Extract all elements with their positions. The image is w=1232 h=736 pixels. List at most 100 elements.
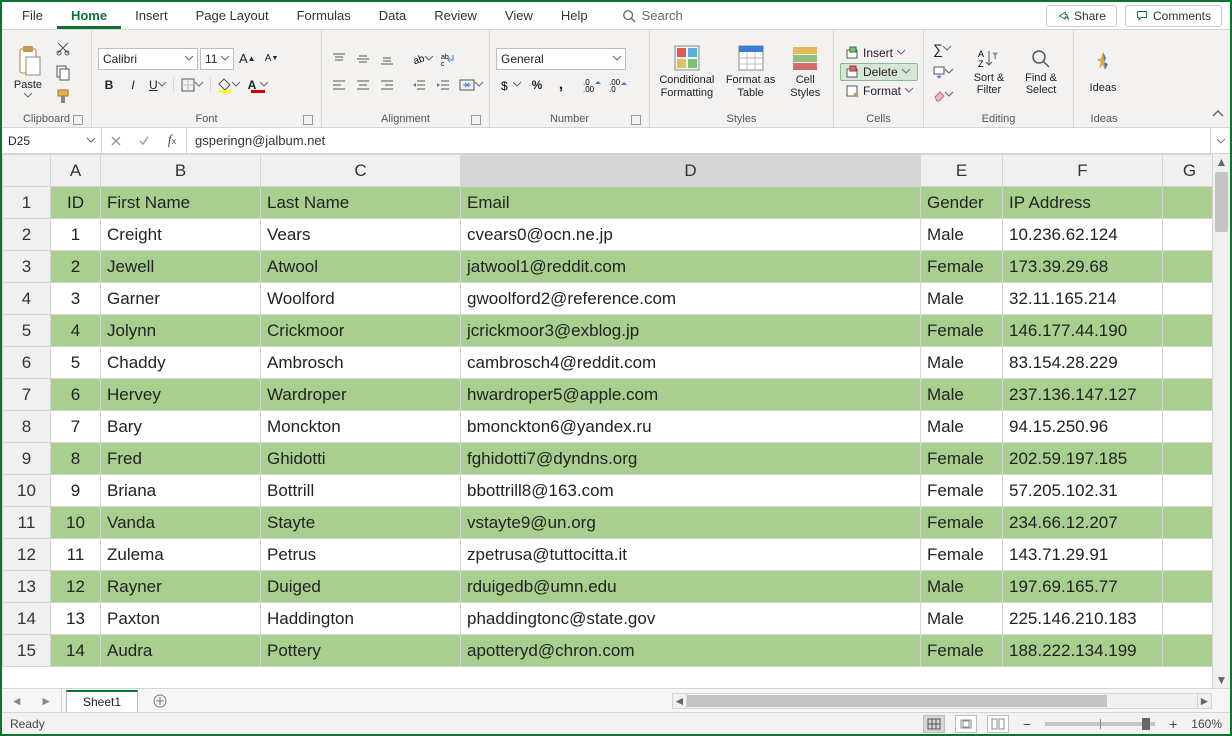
cell[interactable]: 12: [51, 571, 101, 603]
align-bottom-button[interactable]: [376, 48, 398, 70]
cell[interactable]: [1163, 443, 1213, 475]
cell[interactable]: Garner: [101, 283, 261, 315]
cell[interactable]: 2: [51, 251, 101, 283]
row-header-2[interactable]: 2: [3, 219, 51, 251]
cell[interactable]: First Name: [101, 187, 261, 219]
tab-view[interactable]: View: [491, 2, 547, 29]
col-header-C[interactable]: C: [261, 155, 461, 187]
comments-button[interactable]: Comments: [1125, 5, 1222, 27]
prev-sheet-button[interactable]: ◄: [11, 694, 23, 708]
scroll-left-button[interactable]: ◄: [673, 694, 687, 708]
find-select-button[interactable]: Find & Select: [1018, 47, 1064, 96]
select-all-corner[interactable]: [3, 155, 51, 187]
cell[interactable]: Ghidotti: [261, 443, 461, 475]
cell[interactable]: 57.205.102.31: [1003, 475, 1163, 507]
vertical-scroll-thumb[interactable]: [1215, 172, 1228, 232]
col-header-B[interactable]: B: [101, 155, 261, 187]
row-header-4[interactable]: 4: [3, 283, 51, 315]
grow-font-button[interactable]: A▲: [236, 48, 259, 70]
alignment-launcher[interactable]: [471, 115, 481, 125]
cell[interactable]: 13: [51, 603, 101, 635]
ideas-button[interactable]: Ideas: [1080, 50, 1126, 94]
col-header-F[interactable]: F: [1003, 155, 1163, 187]
comma-button[interactable]: ,: [550, 74, 572, 96]
cell[interactable]: Chaddy: [101, 347, 261, 379]
accounting-format-button[interactable]: $: [496, 74, 524, 96]
wrap-text-button[interactable]: abc: [438, 48, 460, 70]
cell[interactable]: IP Address: [1003, 187, 1163, 219]
vertical-scrollbar[interactable]: ▲ ▼: [1212, 154, 1230, 688]
increase-decimal-button[interactable]: .0.00: [580, 74, 604, 96]
align-middle-button[interactable]: [352, 48, 374, 70]
add-sheet-button[interactable]: [148, 691, 172, 711]
scroll-right-button[interactable]: ►: [1197, 694, 1211, 708]
format-as-table-button[interactable]: Format as Table: [720, 44, 782, 98]
cell[interactable]: Male: [921, 283, 1003, 315]
cell[interactable]: Vears: [261, 219, 461, 251]
font-size-combo[interactable]: 11: [200, 48, 234, 70]
cell[interactable]: zpetrusa@tuttocitta.it: [461, 539, 921, 571]
clipboard-launcher[interactable]: [73, 115, 83, 125]
cell[interactable]: 7: [51, 411, 101, 443]
cell[interactable]: bmonckton6@yandex.ru: [461, 411, 921, 443]
cell[interactable]: 197.69.165.77: [1003, 571, 1163, 603]
zoom-level[interactable]: 160%: [1191, 717, 1222, 731]
cell[interactable]: 143.71.29.91: [1003, 539, 1163, 571]
align-right-button[interactable]: [376, 74, 398, 96]
scroll-up-button[interactable]: ▲: [1213, 154, 1230, 170]
cell[interactable]: Ambrosch: [261, 347, 461, 379]
cell[interactable]: 10.236.62.124: [1003, 219, 1163, 251]
cell[interactable]: [1163, 283, 1213, 315]
font-color-button[interactable]: A: [245, 74, 272, 96]
cell[interactable]: Male: [921, 571, 1003, 603]
cell[interactable]: [1163, 187, 1213, 219]
cell[interactable]: cambrosch4@reddit.com: [461, 347, 921, 379]
cell[interactable]: Male: [921, 379, 1003, 411]
shrink-font-button[interactable]: A▼: [261, 48, 283, 70]
row-header-7[interactable]: 7: [3, 379, 51, 411]
borders-button[interactable]: [178, 74, 206, 96]
sheet-tab-sheet1[interactable]: Sheet1: [66, 690, 138, 712]
cell[interactable]: Female: [921, 539, 1003, 571]
cell[interactable]: Male: [921, 411, 1003, 443]
cell[interactable]: 5: [51, 347, 101, 379]
cell[interactable]: [1163, 379, 1213, 411]
cell[interactable]: jcrickmoor3@exblog.jp: [461, 315, 921, 347]
row-header-15[interactable]: 15: [3, 635, 51, 667]
cell[interactable]: Female: [921, 315, 1003, 347]
cell[interactable]: [1163, 635, 1213, 667]
cell[interactable]: Last Name: [261, 187, 461, 219]
collapse-ribbon-button[interactable]: [1212, 108, 1224, 123]
copy-button[interactable]: [52, 61, 74, 83]
decrease-indent-button[interactable]: [408, 74, 430, 96]
tab-data[interactable]: Data: [365, 2, 420, 29]
autosum-button[interactable]: ∑: [930, 38, 960, 60]
cell[interactable]: 8: [51, 443, 101, 475]
cell[interactable]: [1163, 507, 1213, 539]
cell[interactable]: 225.146.210.183: [1003, 603, 1163, 635]
cell[interactable]: 173.39.29.68: [1003, 251, 1163, 283]
row-header-1[interactable]: 1: [3, 187, 51, 219]
row-header-9[interactable]: 9: [3, 443, 51, 475]
underline-button[interactable]: U: [146, 74, 169, 96]
cell[interactable]: 14: [51, 635, 101, 667]
cell[interactable]: Bary: [101, 411, 261, 443]
cell[interactable]: Fred: [101, 443, 261, 475]
cell[interactable]: Petrus: [261, 539, 461, 571]
fill-color-button[interactable]: [215, 74, 243, 96]
cell[interactable]: Female: [921, 443, 1003, 475]
tab-file[interactable]: File: [8, 2, 57, 29]
cell-styles-button[interactable]: Cell Styles: [783, 44, 827, 98]
cell[interactable]: Hervey: [101, 379, 261, 411]
normal-view-button[interactable]: [923, 715, 945, 733]
page-layout-view-button[interactable]: [955, 715, 977, 733]
merge-center-button[interactable]: [456, 74, 486, 96]
tab-review[interactable]: Review: [420, 2, 491, 29]
cell[interactable]: 237.136.147.127: [1003, 379, 1163, 411]
col-header-D[interactable]: D: [461, 155, 921, 187]
cell[interactable]: Audra: [101, 635, 261, 667]
cell[interactable]: Duiged: [261, 571, 461, 603]
cell[interactable]: 10: [51, 507, 101, 539]
cell[interactable]: [1163, 603, 1213, 635]
paste-button[interactable]: Paste: [8, 45, 48, 98]
